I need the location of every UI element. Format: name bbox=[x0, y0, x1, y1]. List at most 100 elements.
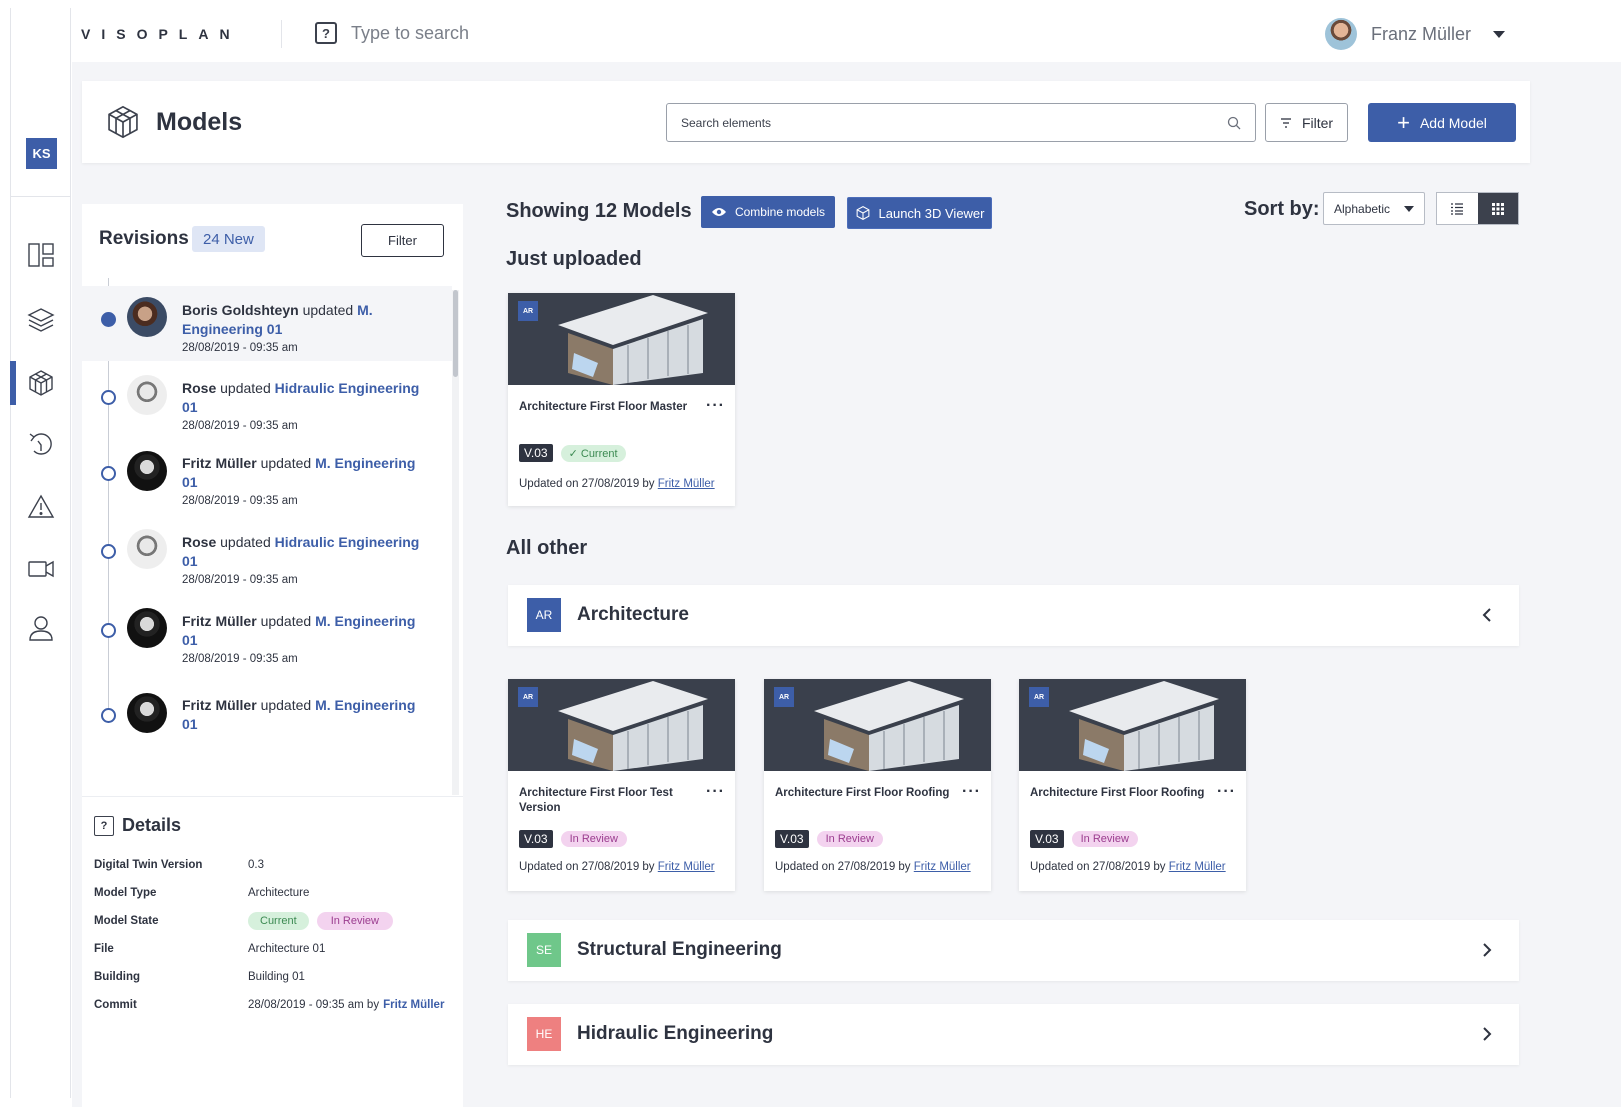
section-just-uploaded: Just uploaded bbox=[506, 248, 642, 270]
user-icon bbox=[28, 616, 53, 641]
revision-date: 28/08/2019 - 09:35 am bbox=[182, 420, 298, 432]
combine-models-button[interactable]: Combine models bbox=[701, 196, 835, 228]
user-menu[interactable]: Franz Müller bbox=[1325, 18, 1506, 50]
app-logo[interactable]: VISOPLAN bbox=[81, 26, 241, 42]
detail-row: Model State Current In Review bbox=[94, 911, 454, 931]
detail-row: File Architecture 01 bbox=[94, 943, 326, 955]
more-options-icon[interactable]: ··· bbox=[1217, 783, 1236, 801]
model-type-badge: AR bbox=[518, 301, 538, 321]
more-options-icon[interactable]: ··· bbox=[962, 783, 981, 801]
status-badge-current: Current bbox=[248, 912, 309, 930]
revision-item[interactable]: Boris Goldshteyn updated M. Engineering … bbox=[82, 286, 452, 361]
version-badge: V.03 bbox=[519, 830, 553, 848]
model-thumbnail: AR bbox=[508, 293, 735, 385]
nav-profile[interactable] bbox=[11, 606, 70, 650]
timeline-dot bbox=[101, 312, 116, 327]
revision-date: 28/08/2019 - 09:35 am bbox=[182, 653, 298, 665]
revision-target-link[interactable]: Hidraulic Engineering 01 bbox=[182, 380, 419, 415]
avatar bbox=[127, 693, 167, 733]
chevron-down-icon bbox=[1404, 205, 1414, 212]
timeline-dot bbox=[101, 544, 116, 559]
dashboard-icon bbox=[27, 243, 54, 267]
status-badge: In Review bbox=[816, 831, 883, 847]
search-elements-input[interactable]: Search elements bbox=[666, 103, 1256, 142]
revision-item[interactable]: Fritz Müller updated M. Engineering 01 2… bbox=[82, 440, 452, 515]
model-card[interactable]: AR Architecture First Floor Roofing ··· … bbox=[1019, 679, 1246, 891]
filter-label: Filter bbox=[1301, 114, 1334, 131]
author-link[interactable]: Fritz Müller bbox=[658, 861, 715, 873]
nav-issues[interactable] bbox=[11, 485, 70, 529]
revisions-panel: Revisions 24 New Filter Boris Goldshteyn… bbox=[82, 204, 463, 1107]
revisions-title: Revisions bbox=[99, 228, 189, 249]
filter-icon bbox=[1280, 117, 1291, 128]
nav-video[interactable] bbox=[11, 547, 70, 591]
group-architecture[interactable]: AR Architecture bbox=[508, 585, 1519, 646]
author-link[interactable]: Fritz Müller bbox=[1169, 861, 1226, 873]
more-options-icon[interactable]: ··· bbox=[706, 397, 725, 415]
filter-button[interactable]: Filter bbox=[1265, 103, 1348, 142]
chevron-down-icon bbox=[1493, 30, 1506, 38]
add-model-button[interactable]: + Add Model bbox=[1368, 103, 1516, 142]
model-type-badge: AR bbox=[518, 687, 538, 707]
grid-view-button[interactable] bbox=[1477, 193, 1518, 224]
more-options-icon[interactable]: ··· bbox=[706, 783, 725, 801]
revision-item[interactable]: Rose updated Hidraulic Engineering 01 28… bbox=[82, 518, 452, 593]
search-elements-placeholder: Search elements bbox=[681, 115, 772, 130]
detail-row: Digital Twin Version 0.3 bbox=[94, 859, 264, 871]
model-badges: V.03 In Review bbox=[1030, 830, 1138, 848]
nav-models[interactable] bbox=[10, 361, 70, 405]
model-badges: V.03 In Review bbox=[519, 830, 627, 848]
avatar bbox=[127, 375, 167, 415]
scrollbar-thumb[interactable] bbox=[453, 290, 458, 377]
author-link[interactable]: Fritz Müller bbox=[658, 478, 715, 490]
group-hidraulic-engineering[interactable]: HE Hidraulic Engineering bbox=[508, 1004, 1519, 1065]
revision-item[interactable]: Fritz Müller updated M. Engineering 01 2… bbox=[82, 597, 452, 672]
list-icon bbox=[1451, 202, 1464, 215]
grid-icon bbox=[1491, 202, 1504, 215]
chevron-right-icon[interactable] bbox=[1481, 1025, 1493, 1043]
revision-item[interactable]: Rose updated Hidraulic Engineering 01 28… bbox=[82, 364, 452, 439]
group-structural-engineering[interactable]: SE Structural Engineering bbox=[508, 920, 1519, 981]
model-card[interactable]: AR Architecture First Floor Master ··· V… bbox=[508, 293, 735, 506]
revision-item[interactable]: Fritz Müller updated M. Engineering 01 bbox=[82, 682, 452, 757]
chevron-right-icon[interactable] bbox=[1481, 941, 1493, 959]
nav-layers[interactable] bbox=[11, 298, 70, 342]
global-search[interactable]: ? Type to search bbox=[315, 22, 469, 44]
details-section: ? Details Digital Twin Version 0.3 Model … bbox=[82, 796, 463, 1107]
section-all-other: All other bbox=[506, 537, 588, 559]
author-link[interactable]: Fritz Müller bbox=[914, 861, 971, 873]
version-badge: V.03 bbox=[1030, 830, 1064, 848]
history-icon bbox=[29, 433, 52, 455]
cube-icon bbox=[856, 205, 869, 221]
model-badges: V.03 In Review bbox=[775, 830, 883, 848]
model-card[interactable]: AR Architecture First Floor Roofing ··· … bbox=[764, 679, 991, 891]
revision-target-link[interactable]: Hidraulic Engineering 01 bbox=[182, 534, 419, 569]
launch-3d-viewer-button[interactable]: Launch 3D Viewer bbox=[847, 197, 992, 229]
model-name: Architecture First Floor Roofing bbox=[1030, 787, 1205, 799]
revisions-filter-button[interactable]: Filter bbox=[361, 224, 444, 257]
nav-dashboard[interactable] bbox=[11, 233, 70, 277]
sort-select[interactable]: Alphabetic bbox=[1323, 192, 1425, 225]
revisions-scrollbar[interactable] bbox=[452, 290, 459, 795]
nav-history[interactable] bbox=[11, 422, 70, 466]
timeline-dot bbox=[101, 390, 116, 405]
model-card[interactable]: AR Architecture First Floor Test Version… bbox=[508, 679, 735, 891]
model-badges: V.03 ✓ Current bbox=[519, 444, 626, 462]
timeline-dot bbox=[101, 466, 116, 481]
status-badge: In Review bbox=[560, 831, 627, 847]
warning-icon bbox=[27, 494, 54, 518]
model-updated: Updated on 27/08/2019 by Fritz Müller bbox=[775, 861, 971, 873]
status-badge-review: In Review bbox=[316, 912, 393, 930]
workspace-badge[interactable]: KS bbox=[26, 138, 57, 169]
user-name: Franz Müller bbox=[1371, 23, 1472, 44]
model-name: Architecture First Floor Test Version bbox=[519, 787, 673, 814]
chevron-left-icon[interactable] bbox=[1481, 606, 1493, 624]
model-thumbnail: AR bbox=[1019, 679, 1246, 771]
sort-label: Sort by: bbox=[1244, 198, 1320, 220]
commit-author-link[interactable]: Fritz Müller bbox=[383, 999, 444, 1011]
rail-divider bbox=[11, 196, 70, 197]
group-name: Structural Engineering bbox=[577, 939, 782, 960]
group-badge: HE bbox=[527, 1017, 561, 1051]
list-view-button[interactable] bbox=[1437, 193, 1478, 224]
revision-text: Fritz Müller updated M. Engineering 01 bbox=[182, 697, 416, 732]
